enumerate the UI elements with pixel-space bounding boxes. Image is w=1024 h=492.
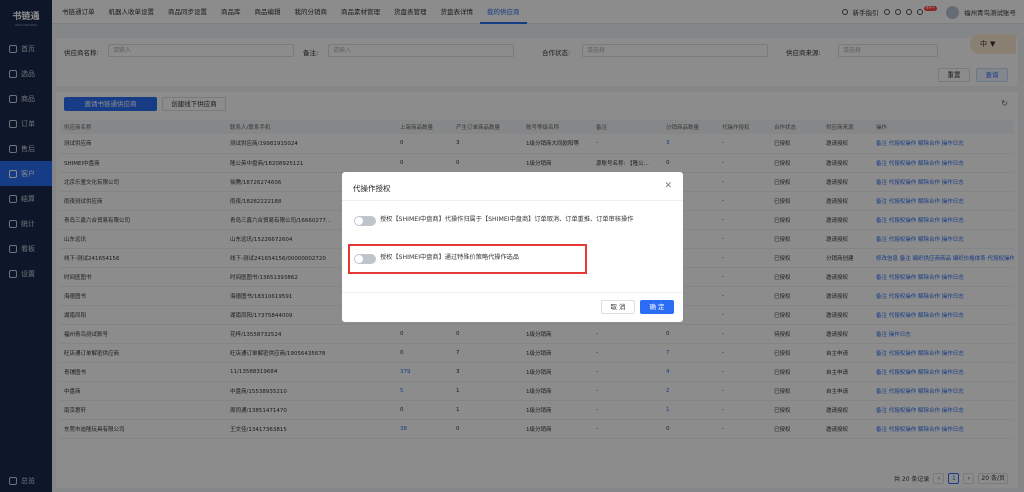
- highlight-box: [348, 244, 587, 274]
- order-auth-toggle[interactable]: [354, 216, 376, 226]
- order-auth-text: 授权【SHIMEI中盘商】代操作归属于【SHIMEI中盘商】订单取消、订单重推、…: [380, 216, 634, 223]
- confirm-button[interactable]: 确 定: [640, 300, 674, 314]
- divider: [342, 200, 683, 201]
- modal-title: 代操作授权: [353, 184, 391, 193]
- app-root: 书链通 SHULIANTONG 首页 选品 商品 订单 售后 客户 结算 统计 看板 设置 总览 …: [0, 0, 1024, 492]
- cancel-button[interactable]: 取 消: [601, 300, 635, 314]
- divider: [342, 292, 683, 293]
- close-icon[interactable]: ✕: [664, 181, 672, 191]
